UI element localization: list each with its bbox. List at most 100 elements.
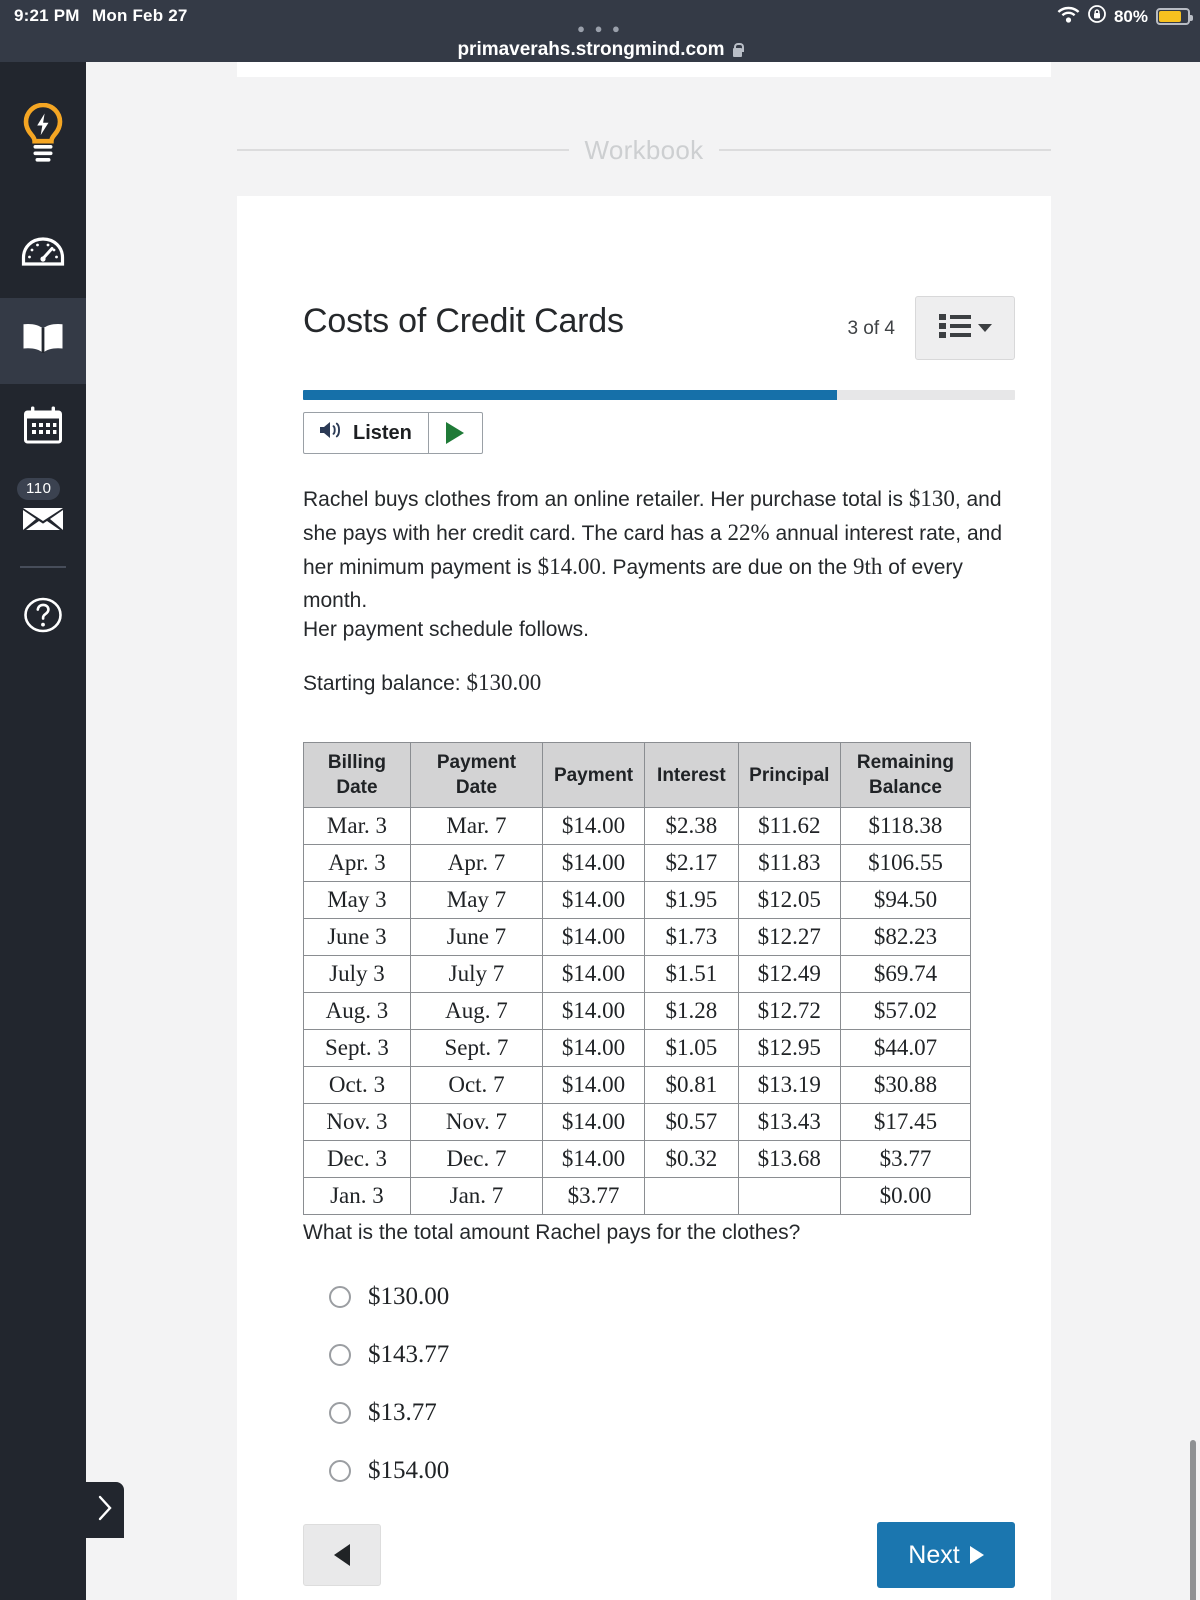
radio-button[interactable] (329, 1344, 351, 1366)
list-menu-icon (938, 312, 973, 345)
cell-payment-date: May 7 (409, 881, 544, 919)
cell-remaining-balance: $82.23 (839, 918, 972, 956)
cell-remaining-balance: $69.74 (839, 955, 972, 993)
cell-interest: $1.51 (644, 955, 739, 993)
radio-button[interactable] (329, 1460, 351, 1482)
table-row: May 3 May 7 $14.00 $1.95 $12.05 $94.50 (303, 881, 972, 919)
sidebar-item-brand-logo[interactable] (0, 62, 86, 212)
text-run: Rachel buys clothes from an online retai… (303, 488, 909, 511)
lightbulb-icon (21, 102, 65, 172)
audio-controls: Listen (303, 412, 483, 454)
answer-option-label: $130.00 (368, 1283, 450, 1310)
cell-payment: $14.00 (542, 955, 646, 993)
cell-payment: $14.00 (542, 1103, 646, 1141)
lesson-progress-fill (303, 390, 837, 400)
cell-payment-date: Sept. 7 (409, 1029, 544, 1067)
cell-principal (737, 1177, 841, 1215)
cell-remaining-balance: $30.88 (839, 1066, 972, 1104)
answer-option-label: $13.77 (368, 1399, 437, 1426)
cell-principal: $13.68 (737, 1140, 841, 1178)
math-value: $130 (908, 486, 955, 511)
play-triangle-icon (446, 422, 465, 444)
lesson-card: Costs of Credit Cards 3 of 4 Listen Rach… (237, 196, 1051, 1600)
inbox-badge: 110 (17, 478, 61, 500)
table-row: Nov. 3 Nov. 7 $14.00 $0.57 $13.43 $17.45 (303, 1103, 972, 1141)
play-button[interactable] (428, 412, 483, 454)
previous-button[interactable] (303, 1524, 381, 1586)
radio-button[interactable] (329, 1286, 351, 1308)
answer-option[interactable]: $13.77 (303, 1384, 903, 1442)
status-bar: 9:21 PM Mon Feb 27 ● ● ● primaverahs.str… (0, 0, 1200, 62)
sidebar-item-dashboard[interactable] (0, 212, 86, 298)
cell-principal: $11.83 (737, 844, 841, 882)
table-row: Apr. 3 Apr. 7 $14.00 $2.17 $11.83 $106.55 (303, 844, 972, 882)
divider-line-left (237, 149, 569, 151)
text-run: . Payments are due on the (600, 556, 853, 579)
sidebar-item-help[interactable] (0, 574, 86, 660)
section-divider-label: Workbook (584, 134, 704, 165)
cell-billing-date: Nov. 3 (303, 1103, 411, 1141)
next-button-label: Next (908, 1540, 960, 1569)
browser-url-bar[interactable]: ● ● ● primaverahs.strongmind.com (0, 22, 1200, 61)
table-row: Jan. 3 Jan. 7 $3.77 $0.00 (303, 1177, 972, 1215)
answer-option[interactable]: $154.00 (303, 1442, 903, 1500)
table-row: July 3 July 7 $14.00 $1.51 $12.49 $69.74 (303, 955, 972, 993)
cell-remaining-balance: $44.07 (839, 1029, 972, 1067)
vertical-scrollbar[interactable] (1190, 1440, 1196, 1600)
table-header-cell: Payment (542, 742, 646, 808)
sidebar-divider (20, 566, 66, 568)
status-right-group: 80% (1057, 5, 1193, 28)
sidebar-item-calendar[interactable] (0, 384, 86, 470)
cell-billing-date: Aug. 3 (303, 992, 411, 1030)
sidebar-item-courses[interactable] (0, 298, 86, 384)
cell-interest: $1.28 (644, 992, 739, 1030)
answer-option[interactable]: $130.00 (303, 1268, 903, 1326)
lesson-menu-button[interactable] (915, 296, 1015, 360)
table-row: Dec. 3 Dec. 7 $14.00 $0.32 $13.68 $3.77 (303, 1140, 972, 1178)
cell-payment-date: Jan. 7 (409, 1177, 544, 1215)
divider-line-right (719, 149, 1051, 151)
lock-icon (732, 43, 745, 57)
ellipsis-icon[interactable]: ● ● ● (0, 22, 1200, 36)
browser-viewport: Workbook Costs of Credit Cards 3 of 4 Li… (86, 62, 1200, 1600)
cell-billing-date: Dec. 3 (303, 1140, 411, 1178)
calendar-icon (23, 405, 63, 450)
sidebar-item-inbox[interactable]: 110 (0, 470, 86, 556)
cell-interest: $1.05 (644, 1029, 739, 1067)
table-header-cell: Interest (644, 742, 739, 808)
cell-payment: $14.00 (542, 881, 646, 919)
problem-statement: Rachel buys clothes from an online retai… (303, 482, 1003, 617)
payment-schedule-table: Billing Date Payment Date Payment Interest Pri… (303, 742, 972, 1215)
starting-balance-label: Starting balance: (303, 672, 467, 695)
chevron-right-icon (96, 1494, 114, 1527)
cell-payment: $14.00 (542, 918, 646, 956)
cell-billing-date: June 3 (303, 918, 411, 956)
lesson-header: Costs of Credit Cards 3 of 4 (303, 296, 1015, 362)
cell-payment: $14.00 (542, 1029, 646, 1067)
cell-payment: $14.00 (542, 992, 646, 1030)
cell-remaining-balance: $106.55 (839, 844, 972, 882)
wifi-icon (1057, 6, 1080, 28)
cell-remaining-balance: $94.50 (839, 881, 972, 919)
cell-interest: $2.17 (644, 844, 739, 882)
url-text-group[interactable]: primaverahs.strongmind.com (457, 39, 745, 61)
sidebar-expand-button[interactable] (86, 1482, 124, 1538)
radio-button[interactable] (329, 1402, 351, 1424)
schedule-intro: Her payment schedule follows. (303, 618, 589, 641)
next-button[interactable]: Next (877, 1522, 1015, 1588)
battery-icon (1156, 8, 1193, 25)
chevron-down-icon (977, 324, 992, 332)
cell-payment-date: June 7 (409, 918, 544, 956)
table-row: Oct. 3 Oct. 7 $14.00 $0.81 $13.19 $30.88 (303, 1066, 972, 1104)
table-row: Mar. 3 Mar. 7 $14.00 $2.38 $11.62 $118.38 (303, 807, 972, 845)
open-book-icon (20, 321, 66, 362)
ipad-screen: 9:21 PM Mon Feb 27 ● ● ● primaverahs.str… (0, 0, 1200, 1600)
cell-principal: $12.27 (737, 918, 841, 956)
cell-payment-date: Mar. 7 (409, 807, 544, 845)
answer-option[interactable]: $143.77 (303, 1326, 903, 1384)
cell-principal: $12.95 (737, 1029, 841, 1067)
table-header-cell: Principal (737, 742, 841, 808)
cell-remaining-balance: $0.00 (839, 1177, 972, 1215)
listen-button[interactable]: Listen (303, 412, 429, 454)
lesson-progress-bar (303, 390, 1015, 400)
